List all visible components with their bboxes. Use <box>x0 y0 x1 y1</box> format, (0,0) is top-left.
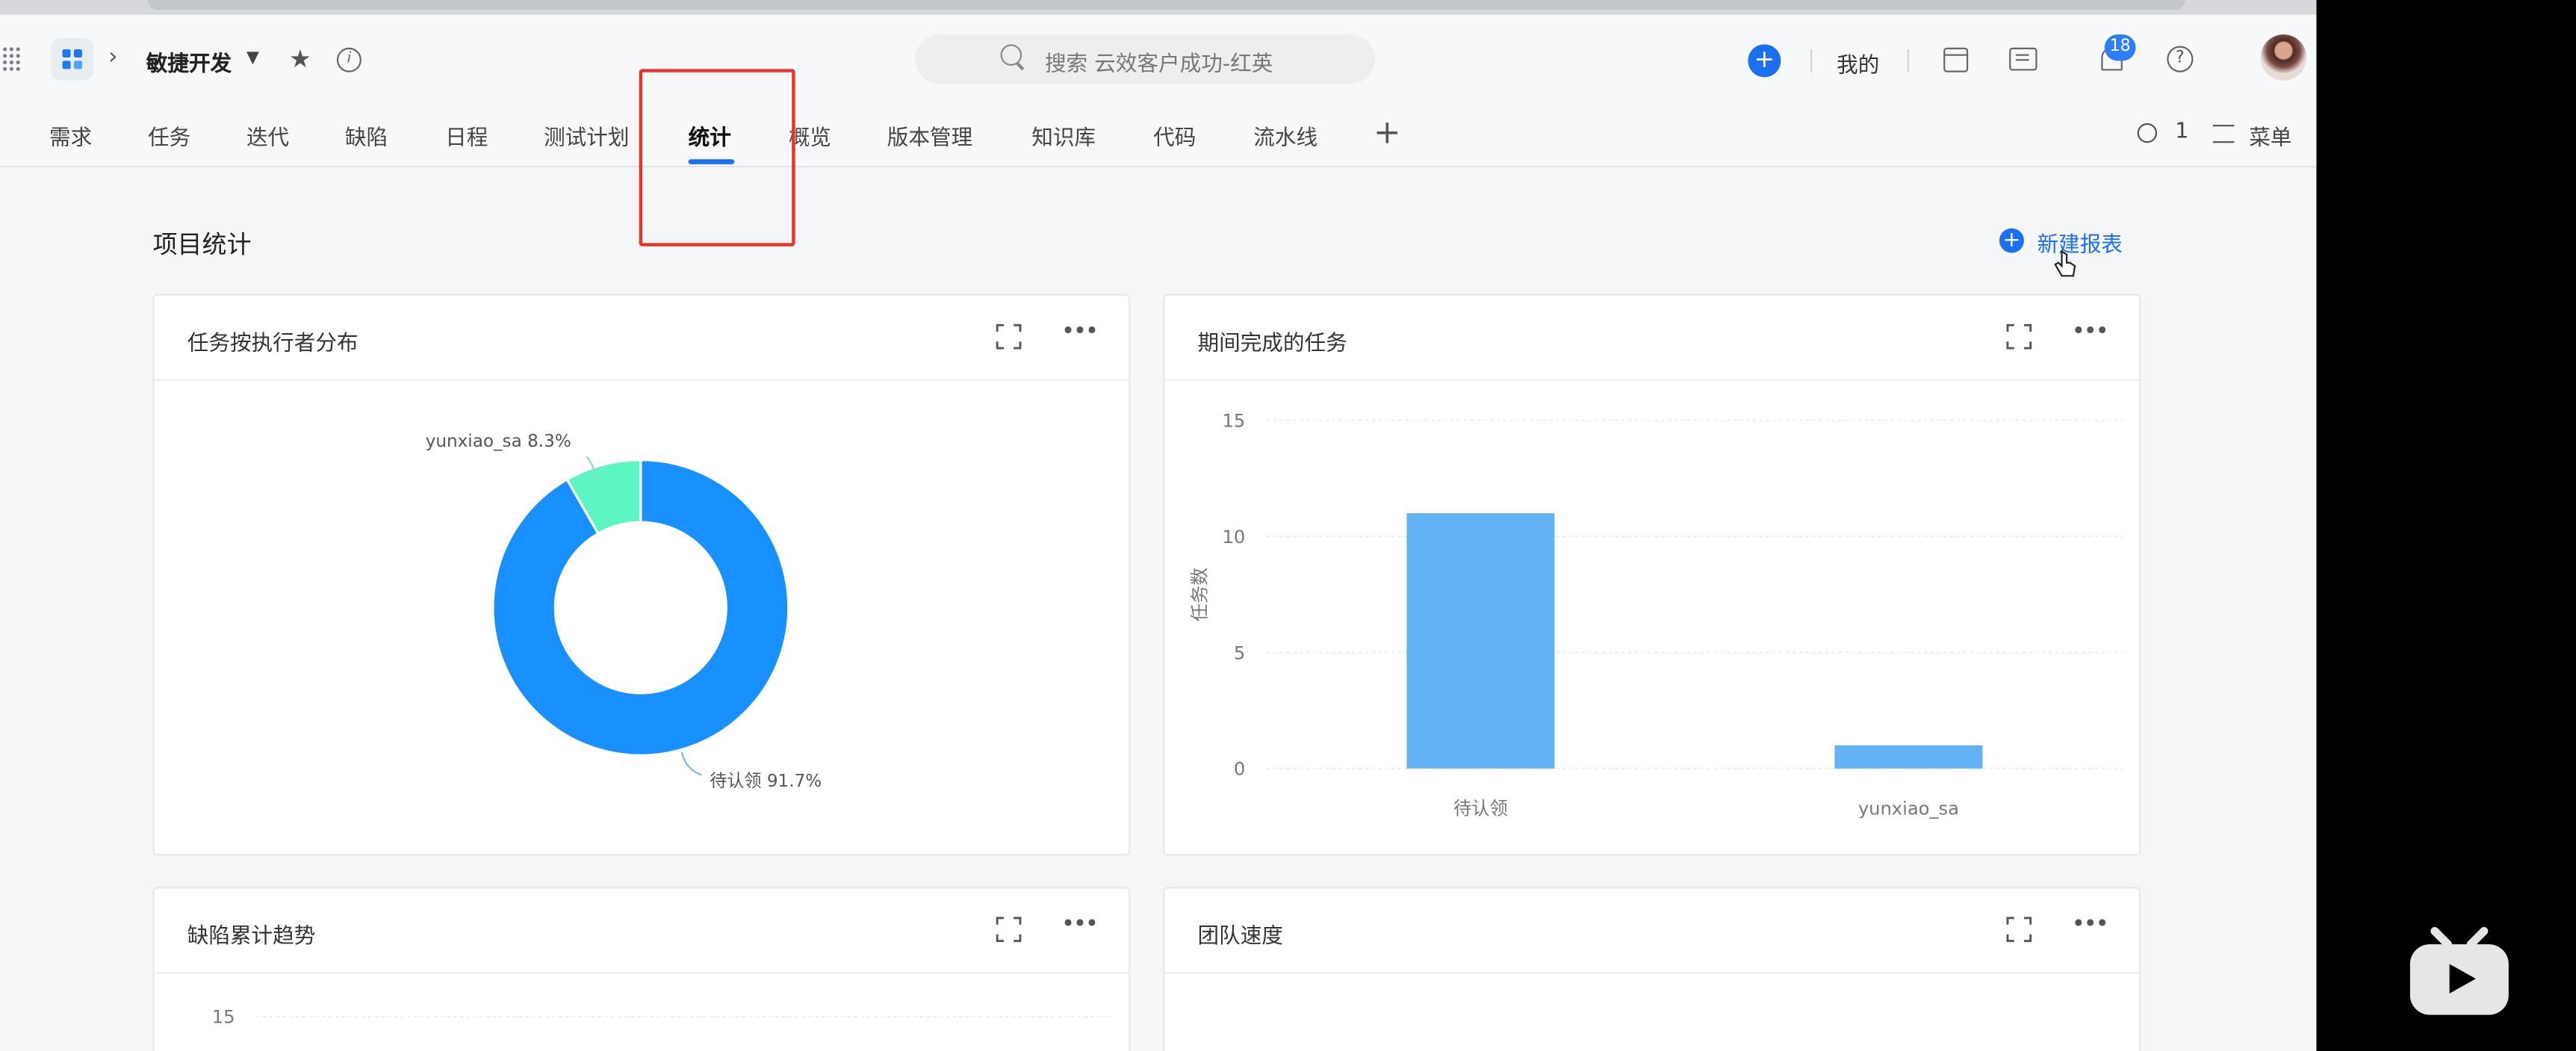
search-placeholder: 搜索 云效客户成功-红英 <box>1044 52 1273 78</box>
search-input[interactable]: 搜索 云效客户成功-红英 <box>915 34 1376 84</box>
message-icon[interactable] <box>2009 47 2037 71</box>
more-icon[interactable]: ••• <box>2072 911 2109 937</box>
expand-icon[interactable] <box>996 323 1022 350</box>
line-chart-partial: 15 <box>212 1007 1113 1028</box>
more-icon[interactable]: ••• <box>1061 318 1099 344</box>
add-tab-icon[interactable]: + <box>1374 111 1401 151</box>
bar-chart: 0 5 10 15 任务数待认领 yunxiao_sa <box>1190 411 2123 819</box>
app-window: › 敏捷开发 ▼ ★ i 搜索 云效客户成功-红英 + 我的 18 ? 需求 任… <box>0 0 2317 1051</box>
more-icon[interactable]: ••• <box>2072 318 2109 344</box>
tab-knowledge-base[interactable]: 知识库 <box>1031 120 1096 151</box>
expand-icon[interactable] <box>2006 323 2032 350</box>
expand-icon[interactable] <box>2006 917 2032 943</box>
page-title: 项目统计 <box>152 229 252 260</box>
avatar[interactable] <box>2260 34 2307 81</box>
project-name[interactable]: 敏捷开发 <box>146 46 232 77</box>
expand-icon[interactable] <box>996 917 1022 943</box>
card-title: 任务按执行者分布 <box>187 332 359 357</box>
donut-label-unclaimed: 待认领 91.7% <box>710 772 822 792</box>
tab-code[interactable]: 代码 <box>1153 120 1196 151</box>
donut-label-yunxiao-sa: yunxiao_sa 8.3% <box>425 432 571 452</box>
project-app-icon[interactable] <box>51 37 94 81</box>
tab-iterations[interactable]: 迭代 <box>246 120 289 151</box>
chart-card-assignee-distribution: 任务按执行者分布 ••• yunxiao_sa 8.3% 待认领 91.7% <box>152 294 1131 856</box>
members-icon[interactable] <box>2137 123 2158 143</box>
tab-defects[interactable]: 缺陷 <box>345 120 388 151</box>
new-report-button[interactable]: 新建报表 <box>2037 226 2123 258</box>
chart-card-defect-trend: 缺陷累计趋势 ••• 15 <box>152 887 1131 1051</box>
divider <box>1907 49 1909 72</box>
notification-badge: 18 <box>2104 34 2136 61</box>
donut-chart <box>491 456 790 776</box>
bilibili-logo-icon <box>2409 927 2509 1015</box>
hand-cursor-icon <box>2054 249 2076 277</box>
highlight-annotation <box>639 69 795 247</box>
create-button[interactable]: + <box>1748 44 1781 78</box>
tab-tasks[interactable]: 任务 <box>148 120 190 151</box>
tab-test-plan[interactable]: 测试计划 <box>544 120 629 151</box>
apps-grid-icon[interactable] <box>1 46 22 72</box>
card-title: 团队速度 <box>1197 924 1283 949</box>
info-icon[interactable]: i <box>336 47 361 72</box>
calendar-icon[interactable] <box>1943 47 1969 72</box>
help-icon[interactable]: ? <box>2167 46 2194 72</box>
bar-0 <box>1406 513 1555 769</box>
card-title: 缺陷累计趋势 <box>187 924 316 949</box>
star-icon[interactable]: ★ <box>289 44 311 74</box>
more-icon[interactable]: ••• <box>1061 911 1099 937</box>
x-tick-label: 待认领 <box>1453 798 1508 819</box>
y-tick-label: 10 <box>1223 527 1246 548</box>
divider <box>1810 49 1813 72</box>
card-title: 期间完成的任务 <box>1197 332 1347 357</box>
sliders-icon[interactable] <box>2212 125 2235 143</box>
leader-line-unclaimed <box>680 751 702 776</box>
y-tick-label: 0 <box>1234 759 1245 780</box>
y-tick-label: 5 <box>1234 642 1245 663</box>
chart-card-completed-tasks: 期间完成的任务 ••• 0 5 10 15 任务数待认领 yunxiao_sa <box>1163 294 2141 856</box>
y-axis-label: 任务数 <box>1190 568 1211 621</box>
member-count[interactable]: 1 <box>2175 120 2188 144</box>
x-tick-label: yunxiao_sa <box>1858 798 1959 819</box>
menu-button[interactable]: 菜单 <box>2249 120 2291 151</box>
browser-bar <box>0 0 2317 15</box>
tab-versions[interactable]: 版本管理 <box>887 120 972 151</box>
bar-1 <box>1834 745 1983 769</box>
tab-pipeline[interactable]: 流水线 <box>1253 120 1318 151</box>
chevron-down-icon[interactable]: ▼ <box>246 49 259 67</box>
search-icon <box>1000 44 1022 66</box>
mine-link[interactable]: 我的 <box>1837 48 1879 79</box>
tab-schedule[interactable]: 日程 <box>445 120 488 151</box>
plus-circle-icon[interactable]: + <box>1999 228 2024 253</box>
y-tick-label: 15 <box>212 1007 235 1028</box>
chart-card-team-velocity: 团队速度 ••• <box>1163 887 2141 1051</box>
breadcrumb-chevron-icon: › <box>108 44 118 71</box>
y-tick-label: 15 <box>1223 411 1246 432</box>
tab-requirements[interactable]: 需求 <box>49 120 92 151</box>
